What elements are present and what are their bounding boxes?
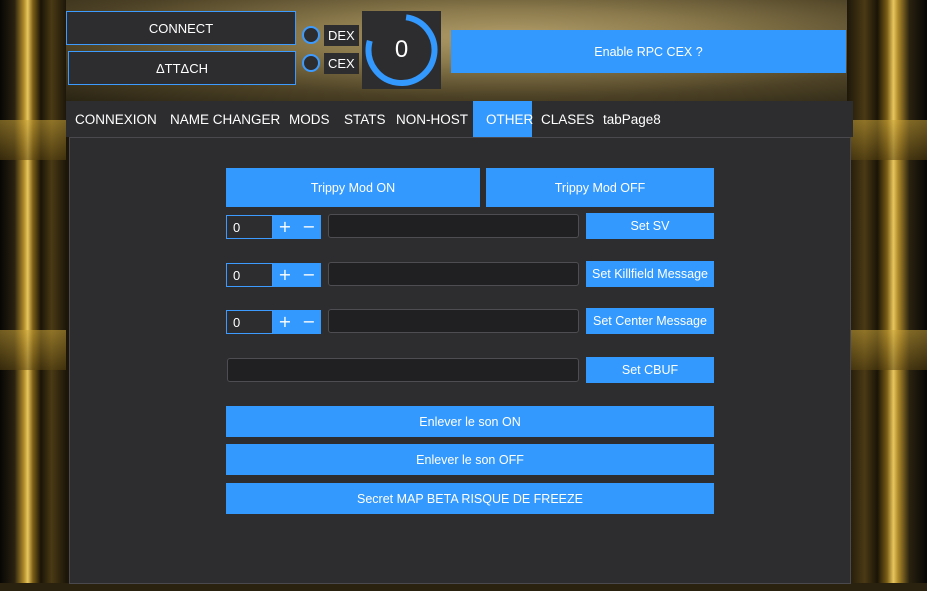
center-decrement-button[interactable]: − xyxy=(297,310,321,334)
sv-decrement-button[interactable]: − xyxy=(297,215,321,239)
killfield-stepper[interactable]: 0 + − xyxy=(226,263,321,287)
sound-off-off-button[interactable]: Enlever le son OFF xyxy=(226,444,714,475)
connect-button[interactable]: CONNECT xyxy=(66,11,296,45)
killfield-increment-button[interactable]: + xyxy=(273,263,297,287)
attach-button[interactable]: ΔTTΔCH xyxy=(68,51,296,85)
dex-radio[interactable]: DEX xyxy=(302,23,359,47)
gauge-value: 0 xyxy=(394,36,409,63)
cbuf-text-field[interactable] xyxy=(227,358,579,382)
tab-clases[interactable]: CLASES xyxy=(533,101,602,137)
left-frame-band xyxy=(0,330,66,370)
right-gold-frame xyxy=(847,0,927,591)
killfield-text-field[interactable] xyxy=(328,262,579,286)
sv-increment-button[interactable]: + xyxy=(273,215,297,239)
set-cbuf-button[interactable]: Set CBUF xyxy=(586,357,714,383)
progress-gauge: 0 xyxy=(362,11,441,89)
dex-radio-circle[interactable] xyxy=(302,26,320,44)
sv-text-field[interactable] xyxy=(328,214,579,238)
secret-map-button[interactable]: Secret MAP BETA RISQUE DE FREEZE xyxy=(226,483,714,514)
left-gold-frame xyxy=(0,0,66,591)
center-increment-button[interactable]: + xyxy=(273,310,297,334)
tab-non-host[interactable]: NON-HOST xyxy=(388,101,476,137)
set-killfield-message-button[interactable]: Set Killfield Message xyxy=(586,261,714,287)
enable-rpc-cex-button[interactable]: Enable RPC CEX ? xyxy=(451,30,846,73)
trippy-mod-off-button[interactable]: Trippy Mod OFF xyxy=(486,168,714,207)
tab-mods[interactable]: MODS xyxy=(281,101,338,137)
dex-radio-label: DEX xyxy=(324,24,359,46)
cex-radio[interactable]: CEX xyxy=(302,51,359,75)
killfield-decrement-button[interactable]: − xyxy=(297,263,321,287)
trippy-mod-on-button[interactable]: Trippy Mod ON xyxy=(226,168,480,207)
tab-stats[interactable]: STATS xyxy=(336,101,394,137)
cex-radio-circle[interactable] xyxy=(302,54,320,72)
tab-connexion[interactable]: CONNEXION xyxy=(67,101,165,137)
center-text-field[interactable] xyxy=(328,309,579,333)
set-sv-button[interactable]: Set SV xyxy=(586,213,714,239)
tab-tabpage8[interactable]: tabPage8 xyxy=(595,101,669,137)
killfield-value[interactable]: 0 xyxy=(226,263,273,287)
center-value[interactable]: 0 xyxy=(226,310,273,334)
set-center-message-button[interactable]: Set Center Message xyxy=(586,308,714,334)
right-frame-band xyxy=(847,120,927,160)
center-stepper[interactable]: 0 + − xyxy=(226,310,321,334)
left-frame-band xyxy=(0,120,66,160)
sv-value[interactable]: 0 xyxy=(226,215,273,239)
tab-name-changer[interactable]: NAME CHANGER xyxy=(162,101,288,137)
bottom-edge xyxy=(0,583,927,591)
sv-stepper[interactable]: 0 + − xyxy=(226,215,321,239)
right-frame-band xyxy=(847,330,927,370)
cex-radio-label: CEX xyxy=(324,52,359,74)
sound-off-on-button[interactable]: Enlever le son ON xyxy=(226,406,714,437)
tab-other[interactable]: OTHER xyxy=(473,101,533,137)
